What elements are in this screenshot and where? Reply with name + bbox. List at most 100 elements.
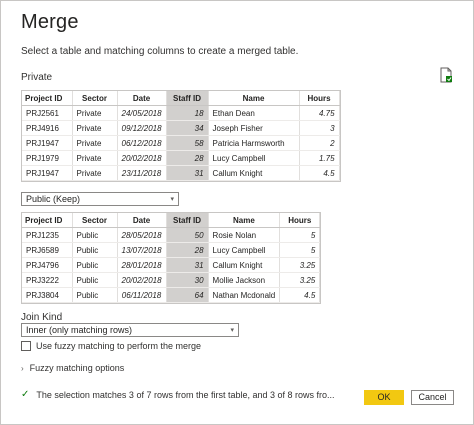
join-kind-label: Join Kind xyxy=(21,312,63,323)
table-cell: PRJ2561 xyxy=(22,105,73,121)
table-cell: 4.5 xyxy=(299,165,340,181)
table-header-row: Project ID Sector Date Staff ID Name Hours xyxy=(22,91,340,106)
table-cell: 3 xyxy=(299,120,340,136)
column-header-date[interactable]: Date xyxy=(117,91,167,106)
table-cell: Private xyxy=(72,135,118,151)
table-row: PRJ1947 Private 23/11/2018 31 Callum Knight 4… xyxy=(22,165,340,181)
table-row: PRJ4796 Public 28/01/2018 31 Callum Knight 3.… xyxy=(22,257,321,273)
join-kind-dropdown-value: Inner (only matching rows) xyxy=(26,325,133,335)
table-cell: 2 xyxy=(299,135,340,151)
column-header-staff-id[interactable]: Staff ID xyxy=(166,91,209,106)
merge-dialog: Merge Select a table and matching column… xyxy=(0,0,474,425)
column-header-hours[interactable]: Hours xyxy=(299,91,340,106)
file-icon[interactable] xyxy=(439,67,453,83)
table-cell: Lucy Campbell xyxy=(208,242,281,258)
table-cell: 06/11/2018 xyxy=(117,287,167,303)
table-cell: Patricia Harmsworth xyxy=(208,135,300,151)
first-table-preview: Project ID Sector Date Staff ID Name Hours PR… xyxy=(21,90,341,182)
table-cell: 5 xyxy=(279,242,321,258)
table-cell: 64 xyxy=(166,287,209,303)
table-cell: PRJ1947 xyxy=(22,165,73,181)
table-cell: PRJ4916 xyxy=(22,120,73,136)
table-cell: PRJ6589 xyxy=(22,242,73,258)
table-cell: 31 xyxy=(166,165,209,181)
table-cell: 28/01/2018 xyxy=(117,257,167,273)
table-cell: 28 xyxy=(166,150,209,166)
table-cell: Private xyxy=(72,165,118,181)
fuzzy-matching-checkbox[interactable] xyxy=(21,341,31,351)
table-row: PRJ1979 Private 20/02/2018 28 Lucy Campbell 1… xyxy=(22,150,340,166)
table-cell: 28/05/2018 xyxy=(117,227,167,243)
table-cell: 24/05/2018 xyxy=(117,105,167,121)
fuzzy-options-expander[interactable]: › Fuzzy matching options xyxy=(21,363,124,373)
table-row: PRJ2561 Private 24/05/2018 18 Ethan Dean 4.75 xyxy=(22,105,340,121)
first-table: Project ID Sector Date Staff ID Name Hours PR… xyxy=(22,91,340,181)
table-cell: Joseph Fisher xyxy=(208,120,300,136)
second-table-dropdown[interactable]: Public (Keep) ▾ xyxy=(21,192,179,206)
column-header-sector[interactable]: Sector xyxy=(72,91,118,106)
table-cell: 23/11/2018 xyxy=(117,165,167,181)
join-kind-dropdown[interactable]: Inner (only matching rows) ▾ xyxy=(21,323,239,337)
table-cell: 28 xyxy=(166,242,209,258)
column-header-sector[interactable]: Sector xyxy=(72,213,118,228)
second-table-dropdown-value: Public (Keep) xyxy=(26,194,81,204)
chevron-down-icon: ▾ xyxy=(170,196,174,203)
table-cell: Callum Knight xyxy=(208,165,300,181)
table-cell: Private xyxy=(72,105,118,121)
second-table-preview: Project ID Sector Date Staff ID Name Hours PR… xyxy=(21,212,322,304)
table-cell: Private xyxy=(72,120,118,136)
column-header-project-id[interactable]: Project ID xyxy=(22,213,73,228)
table-cell: PRJ1235 xyxy=(22,227,73,243)
table-cell: Lucy Campbell xyxy=(208,150,300,166)
table-cell: PRJ4796 xyxy=(22,257,73,273)
table-row: PRJ3222 Public 20/02/2018 30 Mollie Jackson 3… xyxy=(22,272,321,288)
checkmark-icon: ✓ xyxy=(21,389,30,400)
table-cell: Rosie Nolan xyxy=(208,227,281,243)
column-header-name[interactable]: Name xyxy=(208,91,300,106)
column-header-staff-id[interactable]: Staff ID xyxy=(166,213,209,228)
fuzzy-matching-option[interactable]: Use fuzzy matching to perform the merge xyxy=(21,341,201,351)
dialog-subtitle: Select a table and matching columns to c… xyxy=(21,46,299,57)
table-cell: 58 xyxy=(166,135,209,151)
table-cell: 4.75 xyxy=(299,105,340,121)
dialog-title: Merge xyxy=(21,11,79,33)
second-table: Project ID Sector Date Staff ID Name Hours PR… xyxy=(22,213,321,303)
table-cell: Private xyxy=(72,150,118,166)
table-cell: 31 xyxy=(166,257,209,273)
table-cell: 3.25 xyxy=(279,272,321,288)
table-cell: 4.5 xyxy=(279,287,321,303)
table-cell: 09/12/2018 xyxy=(117,120,167,136)
table-header-row: Project ID Sector Date Staff ID Name Hours xyxy=(22,213,321,228)
table-row: PRJ1947 Private 06/12/2018 58 Patricia Harms… xyxy=(22,135,340,151)
table-cell: PRJ1947 xyxy=(22,135,73,151)
table-cell: 34 xyxy=(166,120,209,136)
table-cell: 20/02/2018 xyxy=(117,272,167,288)
table-cell: PRJ3222 xyxy=(22,272,73,288)
ok-button[interactable]: OK xyxy=(364,390,404,405)
table-row: PRJ6589 Public 13/07/2018 28 Lucy Campbell 5 xyxy=(22,242,321,258)
table-cell: PRJ3804 xyxy=(22,287,73,303)
table-cell: 1.75 xyxy=(299,150,340,166)
match-status-text: The selection matches 3 of 7 rows from t… xyxy=(36,389,335,400)
table-cell: Mollie Jackson xyxy=(208,272,281,288)
first-table-label: Private xyxy=(21,72,53,83)
column-header-hours[interactable]: Hours xyxy=(279,213,321,228)
column-header-name[interactable]: Name xyxy=(208,213,281,228)
column-header-project-id[interactable]: Project ID xyxy=(22,91,73,106)
table-cell: 5 xyxy=(279,227,321,243)
table-cell: PRJ1979 xyxy=(22,150,73,166)
column-header-date[interactable]: Date xyxy=(117,213,167,228)
chevron-right-icon: › xyxy=(21,363,24,373)
fuzzy-options-label: Fuzzy matching options xyxy=(29,363,125,373)
cancel-button[interactable]: Cancel xyxy=(411,390,454,405)
table-cell: Public xyxy=(72,242,118,258)
table-cell: 18 xyxy=(166,105,209,121)
table-cell: Public xyxy=(72,272,118,288)
table-row: PRJ4916 Private 09/12/2018 34 Joseph Fisher 3 xyxy=(22,120,340,136)
table-cell: 30 xyxy=(166,272,209,288)
chevron-down-icon: ▾ xyxy=(230,327,234,334)
table-cell: 20/02/2018 xyxy=(117,150,167,166)
table-cell: Public xyxy=(72,227,118,243)
table-cell: Public xyxy=(72,287,118,303)
match-status: ✓ The selection matches 3 of 7 rows from… xyxy=(21,389,346,400)
